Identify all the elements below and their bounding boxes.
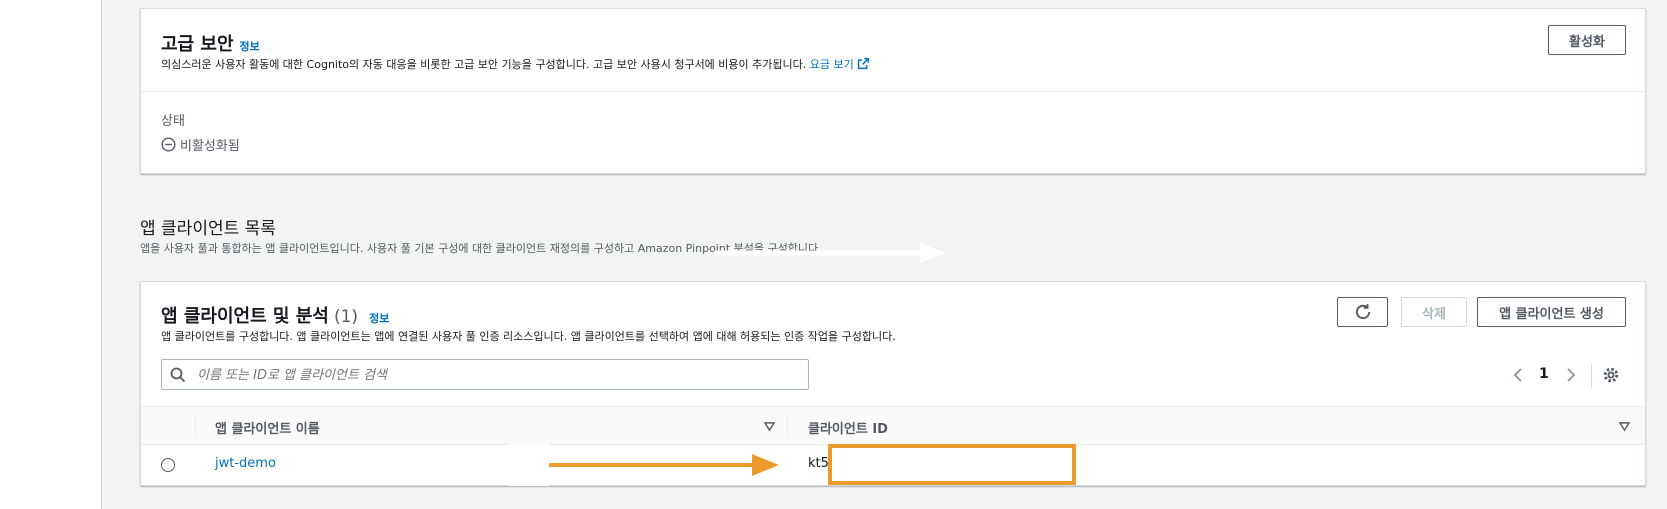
column-header-name[interactable]: 앱 클라이언트 이름 [215, 418, 320, 437]
search-input-container[interactable] [161, 359, 809, 390]
app-clients-table-description: 앱 클라이언트를 구성합니다. 앱 클라이언트는 앱에 연결된 사용자 풀 인증… [161, 330, 896, 343]
disabled-status-icon [161, 137, 176, 152]
column-divider [787, 416, 788, 436]
pricing-link[interactable]: 요금 보기 [810, 57, 870, 71]
activate-button[interactable]: 활성화 [1548, 25, 1626, 55]
pagination-divider [1591, 364, 1592, 388]
advanced-security-description: 의심스러운 사용자 활동에 대한 Cognito의 자동 대응을 비롯한 고급 … [161, 56, 870, 72]
table-header: 앱 클라이언트 이름 클라이언트 ID [141, 406, 1645, 445]
info-link[interactable]: 정보 [369, 312, 389, 325]
column-divider [195, 416, 196, 436]
advanced-security-panel: 고급 보안 정보 의심스러운 사용자 활동에 대한 Cognito의 자동 대응을… [140, 8, 1646, 174]
divider [141, 91, 1645, 92]
client-id-value: kt5 [808, 456, 829, 471]
navigation-pane [0, 0, 102, 509]
search-icon [170, 367, 186, 383]
redaction-highlight-box [828, 444, 1076, 485]
row-select-radio[interactable] [161, 458, 175, 472]
external-link-icon [858, 57, 870, 70]
create-app-client-button[interactable]: 앱 클라이언트 생성 [1477, 297, 1626, 327]
delete-button[interactable]: 삭제 [1401, 297, 1467, 327]
next-page-icon[interactable] [1565, 367, 1577, 383]
info-link[interactable]: 정보 [240, 40, 260, 53]
app-clients-count: (1) [333, 307, 359, 327]
app-clients-section-title: 앱 클라이언트 목록 [140, 219, 276, 239]
orange-annotation-arrow [549, 454, 779, 476]
column-header-client-id[interactable]: 클라이언트 ID [808, 418, 888, 437]
app-client-name-link[interactable]: jwt-demo [215, 456, 276, 471]
search-input[interactable] [195, 364, 799, 386]
redaction-cover [509, 444, 549, 486]
status-label: 상태 [161, 114, 185, 129]
status-value: 비활성화됨 [161, 135, 240, 154]
gear-icon[interactable] [1602, 366, 1620, 384]
advanced-security-title: 고급 보안 [161, 34, 234, 55]
refresh-icon [1355, 304, 1370, 320]
previous-page-icon[interactable] [1512, 367, 1524, 383]
app-clients-table-title: 앱 클라이언트 및 분석 [161, 306, 329, 327]
sort-icon[interactable] [764, 421, 775, 432]
white-annotation-arrow [714, 243, 946, 263]
page-number[interactable]: 1 [1539, 366, 1549, 382]
refresh-button[interactable] [1337, 297, 1388, 327]
sort-icon[interactable] [1619, 421, 1630, 432]
